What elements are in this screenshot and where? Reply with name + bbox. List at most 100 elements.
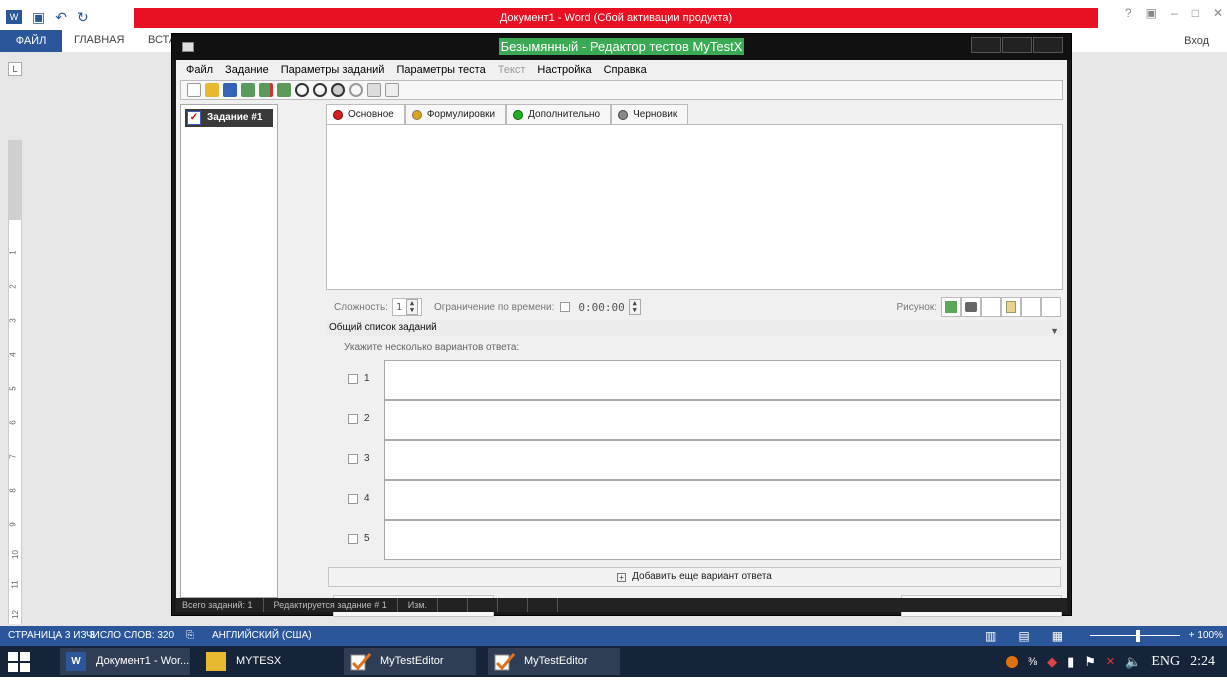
task-tree-item[interactable]: ✓ Задание #1	[185, 109, 273, 127]
answer-checkbox[interactable]	[348, 414, 358, 424]
menu-text[interactable]: Текст	[498, 64, 526, 76]
menu-task[interactable]: Задание	[225, 64, 269, 76]
time-limit-checkbox[interactable]	[560, 302, 571, 312]
tab-basic[interactable]: Основное	[326, 104, 405, 124]
mytestx-titlebar[interactable]: Безымянный - Редактор тестов MyTestX	[172, 34, 1071, 60]
language-switcher-icon[interactable]: ⅜	[1028, 656, 1037, 668]
spin-arrows-icon[interactable]: ▲ ▼	[628, 299, 641, 315]
red-status-icon	[333, 109, 343, 120]
empty-picture-button[interactable]	[981, 297, 1001, 317]
tab-draft[interactable]: Черновик	[611, 104, 689, 124]
network-error-icon[interactable]: ✕	[1106, 655, 1115, 668]
mytestx-window: Безымянный - Редактор тестов MyTestX Фай…	[171, 33, 1072, 617]
answer-checkbox[interactable]	[348, 494, 358, 504]
picture-label: Рисунок:	[896, 301, 938, 313]
volume-icon[interactable]: 🔈	[1125, 654, 1141, 670]
delete-task-icon[interactable]	[259, 83, 273, 97]
menu-test-params[interactable]: Параметры теста	[396, 64, 485, 76]
spin-arrows-icon[interactable]: ▲ ▼	[406, 299, 418, 315]
tab-home[interactable]: ГЛАВНАЯ	[74, 34, 124, 46]
read-mode-icon[interactable]: ▥	[985, 626, 996, 646]
open-folder-icon[interactable]	[205, 83, 219, 97]
empty-picture-button[interactable]	[1041, 297, 1061, 317]
status-panel	[528, 598, 558, 612]
clock[interactable]: 2:24	[1190, 654, 1215, 670]
redo-icon[interactable]: ↻	[77, 9, 89, 26]
maximize-button[interactable]	[1002, 37, 1032, 53]
page-count[interactable]: СТРАНИЦА 3 ИЗ 3	[8, 626, 95, 646]
task-list-title: Общий список заданий	[329, 322, 437, 333]
help-icon[interactable]: ?	[1125, 6, 1132, 20]
shield-icon[interactable]: ◆	[1047, 654, 1057, 670]
answer-text-field[interactable]	[384, 520, 1061, 560]
signin-link[interactable]: Вход	[1184, 35, 1209, 47]
task-list-panel-header[interactable]: Общий список заданий ▼	[326, 320, 1063, 336]
move-up-icon[interactable]	[295, 83, 309, 97]
maximize-icon[interactable]: □	[1192, 6, 1199, 20]
new-file-icon[interactable]	[187, 83, 201, 97]
menu-settings[interactable]: Настройка	[537, 64, 591, 76]
paste-icon[interactable]	[385, 83, 399, 97]
task-list-icon[interactable]	[277, 83, 291, 97]
task-params-row: Сложность: 1 ▲ ▼ Ограничение по времени: 0…	[326, 296, 1063, 318]
ruler-number: 7	[8, 454, 18, 459]
tab-selector[interactable]: L	[8, 62, 22, 76]
windows-logo-icon	[8, 652, 30, 672]
menu-file[interactable]: Файл	[186, 64, 213, 76]
taskbar-item-mytest-1[interactable]: MyTestEditor	[344, 648, 476, 675]
question-text-editor[interactable]	[326, 124, 1063, 290]
taskbar-item-folder[interactable]: MYTESX	[200, 648, 332, 675]
empty-picture-button[interactable]	[1021, 297, 1041, 317]
tab-file[interactable]: ФАЙЛ	[0, 30, 62, 52]
start-button[interactable]	[8, 652, 30, 672]
print-layout-icon[interactable]: ▤	[1018, 626, 1029, 646]
close-icon[interactable]: ✕	[1213, 6, 1223, 20]
mytest-icon	[350, 652, 372, 671]
word-count[interactable]: ЧИСЛО СЛОВ: 320	[86, 626, 174, 646]
paste-picture-icon[interactable]	[1001, 297, 1021, 317]
zoom-level[interactable]: + 100%	[1189, 626, 1223, 646]
answer-text-field[interactable]	[384, 360, 1061, 400]
minimize-button[interactable]	[971, 37, 1001, 53]
next-task-icon[interactable]	[331, 83, 345, 97]
taskbar-item-word[interactable]: W Документ1 - Wor...	[60, 648, 190, 675]
add-task-icon[interactable]	[241, 83, 255, 97]
zoom-slider-thumb[interactable]	[1136, 630, 1140, 642]
answer-checkbox[interactable]	[348, 534, 358, 544]
answer-checkbox[interactable]	[348, 374, 358, 384]
flag-icon[interactable]: ⚑	[1084, 654, 1096, 670]
zoom-slider[interactable]	[1090, 635, 1180, 636]
collapse-icon[interactable]: ▼	[1050, 323, 1059, 339]
copy-icon[interactable]	[367, 83, 381, 97]
system-tray: ⅜ ◆ ▮ ⚑ ✕ 🔈 ENG 2:24	[1005, 646, 1227, 677]
ribbon-display-icon[interactable]: ▣	[1146, 6, 1157, 20]
menu-help[interactable]: Справка	[604, 64, 647, 76]
difficulty-spinner[interactable]: 1 ▲ ▼	[391, 298, 422, 316]
add-answer-button[interactable]: + Добавить еще вариант ответа	[328, 567, 1061, 587]
answer-text-field[interactable]	[384, 480, 1061, 520]
tab-additional[interactable]: Дополнительно	[506, 104, 612, 124]
tab-wordings[interactable]: Формулировки	[404, 104, 507, 124]
answer-checkbox[interactable]	[348, 454, 358, 464]
language-status[interactable]: АНГЛИЙСКИЙ (США)	[212, 626, 312, 646]
answer-text-field[interactable]	[384, 440, 1061, 480]
input-language[interactable]: ENG	[1151, 654, 1180, 670]
minimize-icon[interactable]: –	[1171, 6, 1178, 20]
taskbar-item-mytest-2[interactable]: MyTestEditor	[488, 648, 620, 675]
antivirus-icon[interactable]	[1005, 655, 1018, 668]
close-button[interactable]	[1033, 37, 1063, 53]
move-down-icon[interactable]	[313, 83, 327, 97]
answer-text-field[interactable]	[384, 400, 1061, 440]
proofing-icon[interactable]: ⎘	[186, 626, 194, 646]
web-layout-icon[interactable]: ▦	[1052, 626, 1063, 646]
save-icon[interactable]: ▣	[32, 9, 45, 26]
undo-icon[interactable]: ↶	[55, 9, 67, 26]
add-picture-icon[interactable]	[941, 297, 961, 317]
network-icon[interactable]: ▮	[1067, 654, 1074, 670]
camera-icon[interactable]	[961, 297, 981, 317]
time-spinner[interactable]: 0:00:00 ▲ ▼	[574, 298, 644, 316]
ruler-number: 10	[10, 550, 20, 559]
menu-task-params[interactable]: Параметры заданий	[281, 64, 385, 76]
save-icon[interactable]	[223, 83, 237, 97]
prev-task-icon[interactable]	[349, 83, 363, 97]
